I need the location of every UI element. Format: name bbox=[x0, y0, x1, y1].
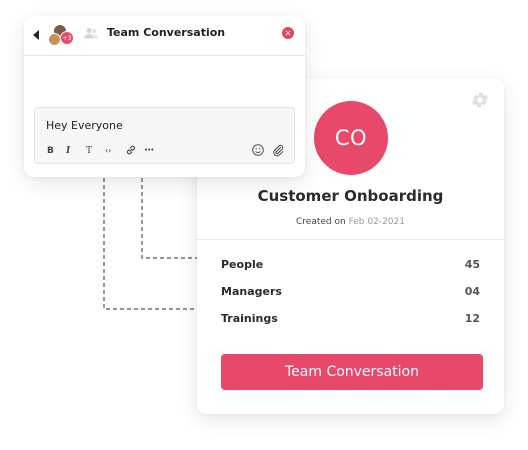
italic-button[interactable]: I bbox=[66, 146, 70, 156]
code-button[interactable]: ‹› bbox=[105, 146, 111, 155]
stat-label: Trainings bbox=[221, 312, 278, 325]
stat-row-people: People 45 bbox=[221, 258, 480, 271]
created-date: Feb 02-2021 bbox=[348, 217, 405, 227]
people-icon bbox=[84, 27, 98, 39]
message-composer[interactable]: Hey Everyone B I T ‹› ••• bbox=[34, 107, 295, 164]
divider bbox=[197, 239, 504, 240]
link-icon[interactable] bbox=[124, 143, 138, 157]
stat-value: 12 bbox=[464, 312, 480, 325]
emoji-icon[interactable] bbox=[251, 143, 265, 157]
close-icon[interactable]: ✕ bbox=[282, 27, 294, 39]
chat-window: +3 Team Conversation ✕ Hey Everyone B I … bbox=[24, 16, 305, 177]
avatar bbox=[48, 33, 61, 46]
stat-row-managers: Managers 04 bbox=[221, 285, 480, 298]
text-format-button[interactable]: T bbox=[86, 146, 92, 156]
stat-label: Managers bbox=[221, 285, 282, 298]
chat-title: Team Conversation bbox=[107, 26, 226, 39]
team-avatar: CO bbox=[314, 101, 388, 175]
team-conversation-button[interactable]: Team Conversation bbox=[221, 354, 483, 390]
back-arrow-icon[interactable] bbox=[33, 30, 39, 40]
message-input[interactable]: Hey Everyone bbox=[46, 119, 123, 132]
bold-button[interactable]: B bbox=[47, 146, 54, 156]
team-title: Customer Onboarding bbox=[257, 187, 444, 205]
chat-header: +3 Team Conversation ✕ bbox=[24, 16, 305, 56]
stat-value: 04 bbox=[464, 285, 480, 298]
created-info: Created on Feb 02-2021 bbox=[197, 217, 504, 227]
stat-value: 45 bbox=[464, 258, 480, 271]
gear-icon[interactable] bbox=[470, 90, 490, 110]
stat-row-trainings: Trainings 12 bbox=[221, 312, 480, 325]
attachment-icon[interactable] bbox=[271, 143, 285, 157]
stat-label: People bbox=[221, 258, 264, 271]
more-options-button[interactable]: ••• bbox=[144, 146, 154, 154]
created-label: Created on bbox=[296, 217, 346, 227]
member-count-badge: +3 bbox=[60, 31, 74, 45]
